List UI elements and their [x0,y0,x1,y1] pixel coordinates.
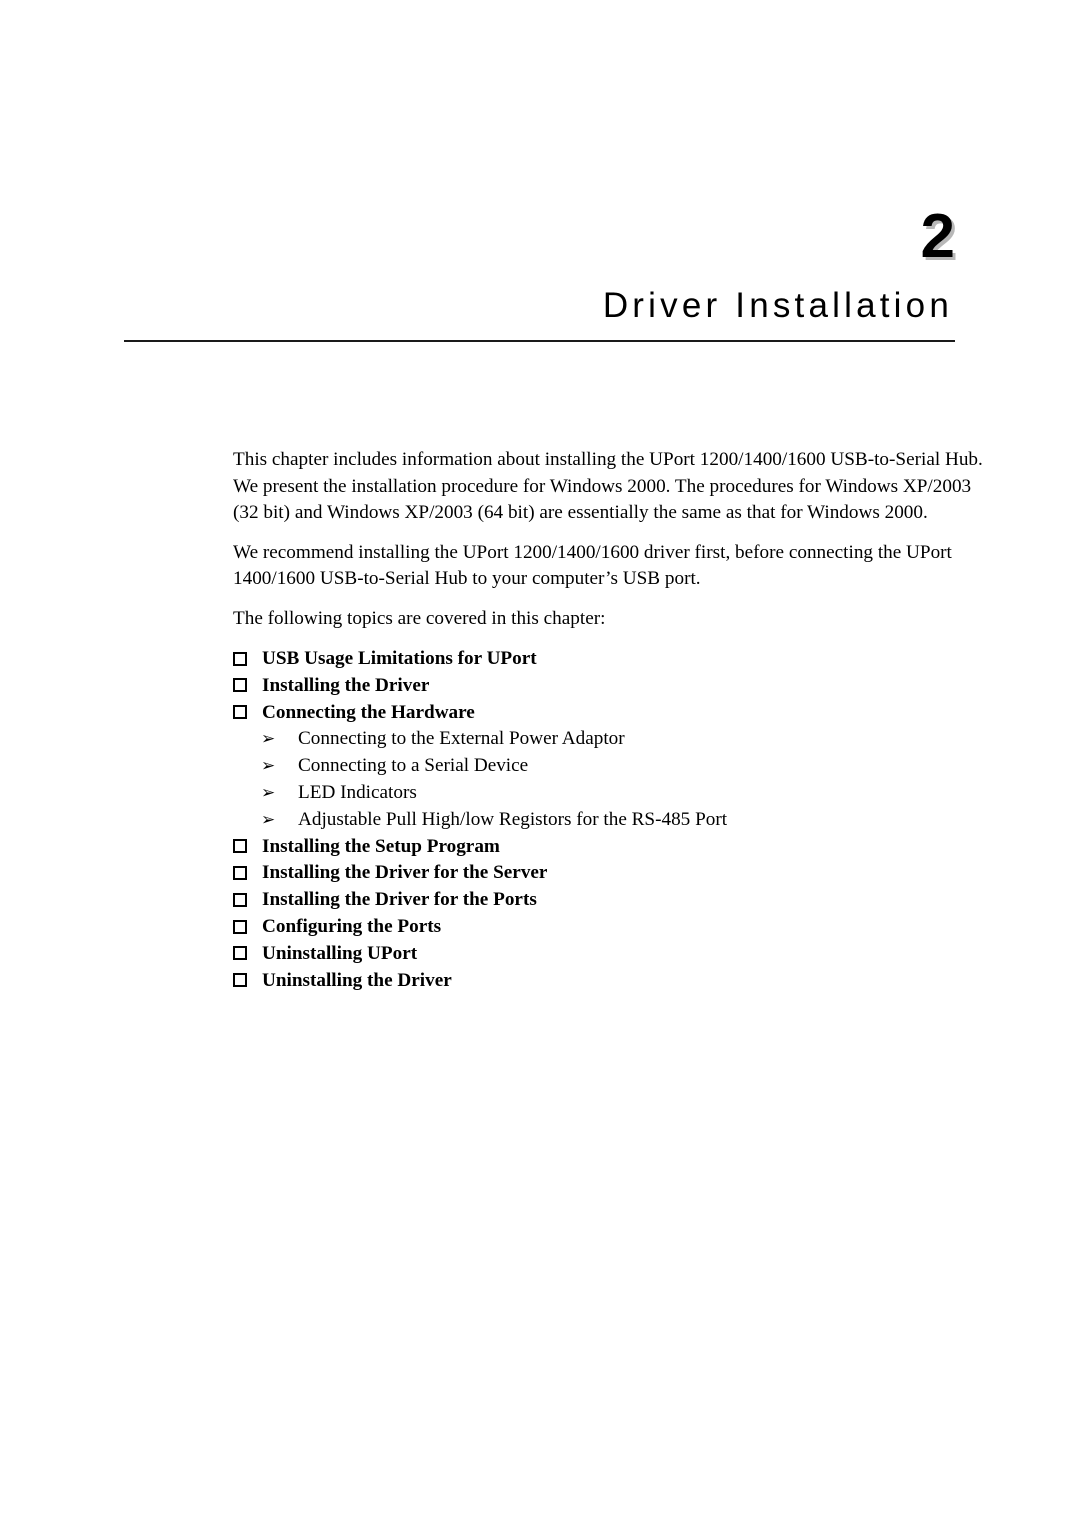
intro-paragraph-3: The following topics are covered in this… [233,606,955,633]
intro-paragraph-2-line-1: We recommend installing the UPort 1200/1… [233,541,952,563]
subtopic-label: LED Indicators [298,781,417,803]
intro-paragraph-1-line-2: We present the installation procedure fo… [233,475,972,497]
arrow-bullet-icon: ➢ [261,809,276,830]
topic-item-installing-the-driver-for-the-server[interactable]: Installing the Driver for the Server [233,860,955,887]
intro-paragraph-2: We recommend installing the UPort 1200/1… [233,540,955,593]
checkbox-bullet-icon [233,940,262,967]
subtopic-label: Connecting to the External Power Adaptor [298,728,625,750]
chapter-title: Driver Installation [602,286,953,325]
topic-label: Uninstalling UPort [262,942,418,964]
checkbox-bullet-icon [233,833,262,860]
subtopic-label: Adjustable Pull High/low Registors for t… [298,808,728,830]
subtopics-container: ➢ Connecting to the External Power Adapt… [233,726,955,833]
topic-label: Installing the Driver [262,674,430,696]
topic-item-installing-the-driver[interactable]: Installing the Driver [233,673,955,700]
intro-paragraph-1-line-1: This chapter includes information about … [233,449,983,470]
arrow-bullet-icon: ➢ [261,729,276,750]
checkbox-bullet-icon [233,859,262,886]
checkbox-bullet-icon [233,913,262,940]
topic-label: Configuring the Ports [262,915,442,937]
topic-item-uninstalling-the-driver[interactable]: Uninstalling the Driver [233,968,955,995]
header-divider-rule [124,340,955,342]
topics-lead-in-text: The following topics are covered in this… [233,607,606,629]
document-page: 2 Driver Installation This chapter inclu… [0,0,1080,1527]
arrow-bullet-icon: ➢ [261,782,276,803]
arrow-bullet-icon: ➢ [261,756,276,777]
subtopic-label: Connecting to a Serial Device [298,755,529,777]
checkbox-bullet-icon [233,699,262,726]
checkbox-bullet-icon [233,967,262,994]
topic-label: Installing the Driver for the Ports [262,889,537,911]
intro-paragraph-1-line-3: (32 bit) and Windows XP/2003 (64 bit) ar… [233,502,928,523]
topic-label: Uninstalling the Driver [262,969,452,991]
topic-label: USB Usage Limitations for UPort [262,648,537,669]
topic-item-installing-the-driver-for-the-ports[interactable]: Installing the Driver for the Ports [233,887,955,914]
subtopic-item-led-indicators[interactable]: ➢ LED Indicators [233,780,955,807]
topic-item-connecting-the-hardware[interactable]: Connecting the Hardware [233,700,955,727]
chapter-topics-list: USB Usage Limitations for UPort Installi… [233,646,955,994]
chapter-body: This chapter includes information about … [233,447,983,994]
chapter-header: 2 Driver Installation [124,206,955,326]
chapter-number: 2 [920,202,955,271]
subtopic-item-adjustable-pull-high-low-registors[interactable]: ➢ Adjustable Pull High/low Registors for… [233,807,955,834]
checkbox-bullet-icon [233,672,262,699]
subtopic-item-connecting-external-power-adaptor[interactable]: ➢ Connecting to the External Power Adapt… [233,726,955,753]
topic-item-configuring-the-ports[interactable]: Configuring the Ports [233,914,955,941]
topic-label: Installing the Setup Program [262,835,500,857]
topic-item-usb-usage-limitations[interactable]: USB Usage Limitations for UPort [233,646,955,673]
intro-paragraph-2-line-2: 1400/1600 USB-to-Serial Hub to your comp… [233,568,701,589]
topic-label: Installing the Driver for the Server [262,862,548,884]
subtopics-list: ➢ Connecting to the External Power Adapt… [233,726,955,833]
intro-paragraph-1: This chapter includes information about … [233,447,983,527]
checkbox-bullet-icon [233,645,262,672]
topic-label: Connecting the Hardware [262,701,475,723]
topic-item-uninstalling-uport[interactable]: Uninstalling UPort [233,941,955,968]
subtopic-item-connecting-serial-device[interactable]: ➢ Connecting to a Serial Device [233,753,955,780]
topic-item-installing-the-setup-program[interactable]: Installing the Setup Program [233,834,955,861]
checkbox-bullet-icon [233,886,262,913]
